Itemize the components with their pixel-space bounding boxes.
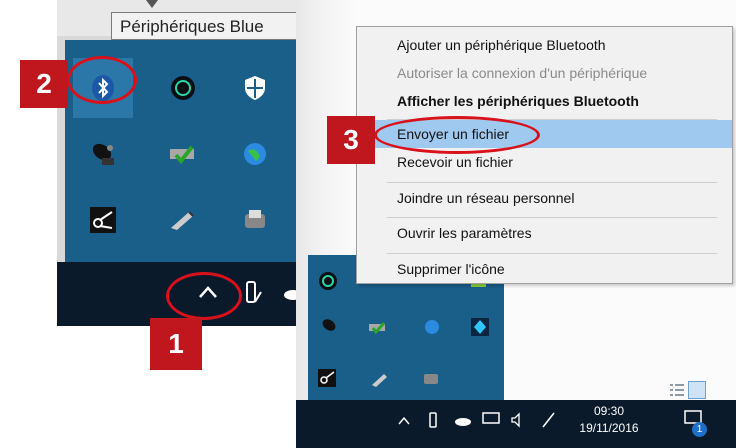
usb-drive-tray-icon[interactable]: [243, 280, 263, 306]
satellite-dish-icon[interactable]: [320, 317, 340, 340]
scissors-icon[interactable]: [318, 369, 336, 392]
globe-icon[interactable]: [424, 319, 440, 340]
clock-date: 19/11/2016: [579, 421, 639, 435]
tray-item-pen[interactable]: [153, 190, 213, 250]
globe-icon: [244, 143, 266, 165]
menu-item-join-pan[interactable]: Joindre un réseau personnel: [357, 184, 732, 212]
highlight-ring-send-file: [374, 116, 540, 154]
cloud-icon[interactable]: [454, 414, 472, 432]
clock-time: 09:30: [593, 404, 625, 418]
menu-item-add-device[interactable]: Ajouter un périphérique Bluetooth: [357, 31, 732, 59]
pen-ink-icon[interactable]: [540, 410, 558, 435]
printer-icon: [245, 210, 265, 228]
step-callout-3: 3: [327, 116, 375, 164]
menu-item-open-settings[interactable]: Ouvrir les paramètres: [357, 219, 732, 247]
menu-item-allow-connection[interactable]: Autoriser la connexion d'un périphérique: [357, 59, 732, 87]
volume-icon[interactable]: [510, 412, 528, 433]
tray-item-printer[interactable]: [225, 190, 285, 250]
satellite-dish-icon: [92, 143, 114, 165]
network-icon[interactable]: [482, 412, 500, 433]
step-callout-1: 1: [150, 318, 202, 370]
tray-item-sync[interactable]: [153, 58, 213, 118]
tray-item-defender[interactable]: [225, 58, 285, 118]
tray-item-usb-check[interactable]: [153, 124, 213, 184]
scissors-icon: [90, 207, 116, 233]
menu-item-remove-icon[interactable]: Supprimer l'icône: [357, 255, 732, 283]
pen-tool-icon: [171, 211, 194, 230]
menu-item-show-devices[interactable]: Afficher les périphériques Bluetooth: [357, 87, 732, 115]
usb-drive-icon: [246, 281, 262, 303]
tray-item-snipping[interactable]: [73, 190, 133, 250]
shield-icon: [245, 76, 265, 100]
details-view-icon[interactable]: [669, 383, 685, 397]
pen-tool-icon[interactable]: [370, 371, 390, 392]
tray-item-network-globe[interactable]: [225, 124, 285, 184]
menu-item-receive-file[interactable]: Recevoir un fichier: [357, 148, 732, 176]
menu-separator: [387, 253, 717, 254]
chevron-up-icon: [398, 416, 410, 425]
highlight-ring-chevron: [166, 272, 242, 320]
sync-app-icon[interactable]: [318, 271, 338, 296]
printer-icon[interactable]: [422, 369, 440, 392]
action-center-button[interactable]: 1: [684, 410, 708, 437]
bluetooth-context-menu: Ajouter un périphérique Bluetooth Autori…: [356, 26, 733, 284]
safely-remove-icon: [170, 145, 194, 165]
sync-app-icon: [171, 76, 195, 100]
tray-item-satellite[interactable]: [73, 124, 133, 184]
safely-remove-icon[interactable]: [368, 319, 388, 340]
notification-count-badge: 1: [692, 422, 707, 437]
step-callout-2: 2: [20, 60, 68, 108]
taskbar: 09:30 19/11/2016 1: [296, 400, 736, 448]
highlight-ring-bluetooth: [67, 56, 137, 104]
usb-drive-icon[interactable]: [428, 412, 442, 435]
tooltip-pin-icon: [146, 0, 158, 8]
menu-separator: [387, 182, 717, 183]
app-diamond-icon[interactable]: [470, 317, 490, 342]
menu-separator: [387, 217, 717, 218]
large-icons-view-icon[interactable]: [688, 381, 706, 399]
left-screenshot-panel: [57, 0, 302, 326]
show-hidden-icons-button[interactable]: [397, 414, 411, 432]
clock[interactable]: 09:30 19/11/2016: [574, 404, 644, 435]
